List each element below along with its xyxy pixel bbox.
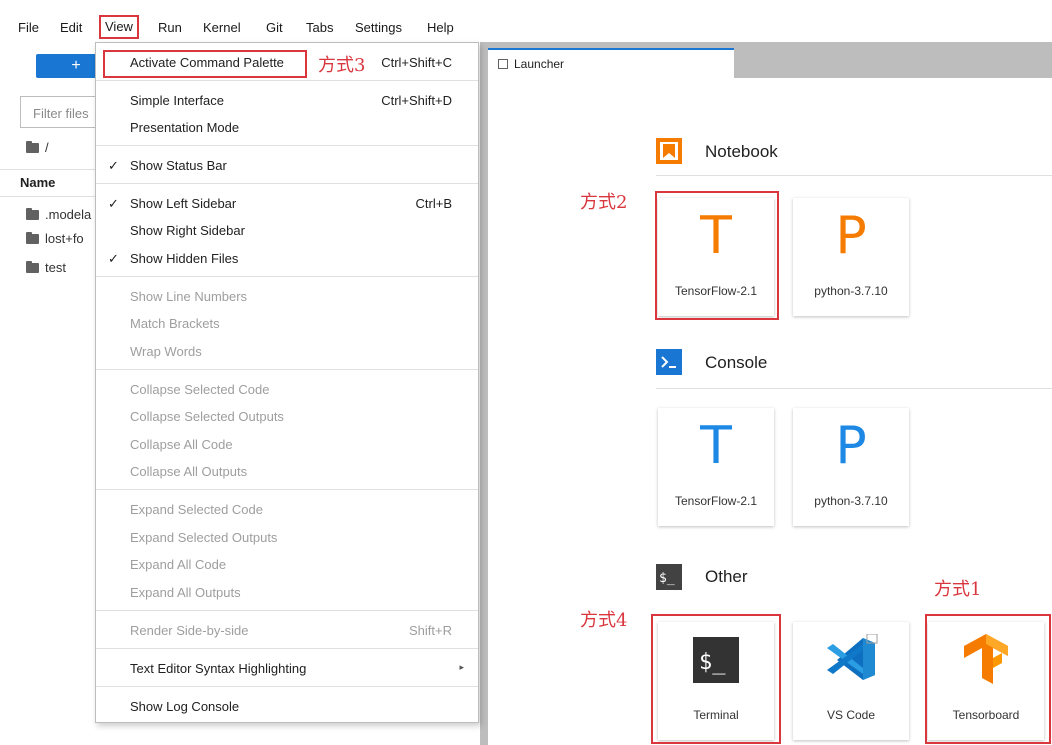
view-menu-dropdown: Activate Command Palette Ctrl+Shift+C Sim… [95, 42, 479, 723]
menu-help[interactable]: Help [423, 18, 458, 38]
menu-item-syntax-highlighting[interactable]: Text Editor Syntax Highlighting ▸ [96, 656, 478, 682]
vscode-icon [827, 634, 878, 680]
menu-item-collapse-selected-outputs[interactable]: Collapse Selected Outputs [96, 404, 478, 430]
kernel-glyph: P [835, 206, 867, 266]
menu-item-show-status-bar[interactable]: ✓ Show Status Bar [96, 153, 478, 179]
column-header-name[interactable]: Name [20, 175, 55, 190]
menu-item-expand-all-outputs[interactable]: Expand All Outputs [96, 580, 478, 606]
tab-bar: Launcher [488, 42, 1052, 78]
menu-item-match-brackets[interactable]: Match Brackets [96, 311, 478, 337]
card-label: VS Code [826, 708, 876, 722]
annotation-label: 方式1 [934, 579, 982, 600]
launcher-icon [498, 59, 508, 69]
card-console-python[interactable]: P python-3.7.10 [793, 408, 909, 526]
menu-item-collapse-selected-code[interactable]: Collapse Selected Code [96, 377, 478, 403]
panel-splitter[interactable] [480, 42, 488, 745]
menu-run[interactable]: Run [154, 18, 186, 38]
card-label: TensorFlow-2.1 [674, 494, 758, 508]
svg-text:$_: $_ [659, 571, 675, 586]
menu-separator [96, 183, 478, 184]
menu-separator [96, 145, 478, 146]
menu-bar: File Edit View Run Kernel Git Tabs Setti… [0, 0, 1052, 42]
menu-item-collapse-all-code[interactable]: Collapse All Code [96, 432, 478, 458]
menu-item-show-left-sidebar[interactable]: ✓ Show Left Sidebar Ctrl+B [96, 191, 478, 217]
menu-item-presentation-mode[interactable]: Presentation Mode [96, 115, 478, 141]
menu-item-collapse-all-outputs[interactable]: Collapse All Outputs [96, 459, 478, 485]
menu-edit[interactable]: Edit [56, 18, 86, 38]
menu-tabs[interactable]: Tabs [302, 18, 337, 38]
section-title-other: Other [705, 567, 748, 586]
menu-item-expand-all-code[interactable]: Expand All Code [96, 552, 478, 578]
menu-separator [96, 686, 478, 687]
annotation-label: 方式3 [316, 51, 368, 77]
folder-icon [26, 208, 39, 220]
breadcrumb[interactable]: / [26, 140, 49, 155]
menu-separator [96, 369, 478, 370]
highlight-box [103, 50, 307, 78]
other-icon: $_ [656, 564, 682, 590]
annotation-label: 方式4 [580, 610, 628, 631]
menu-item-show-line-numbers[interactable]: Show Line Numbers [96, 284, 478, 310]
highlight-box [655, 191, 779, 320]
menu-separator [96, 610, 478, 611]
divider [0, 169, 95, 170]
menu-item-show-right-sidebar[interactable]: Show Right Sidebar [96, 218, 478, 244]
highlight-box [925, 614, 1051, 744]
menu-item-expand-selected-outputs[interactable]: Expand Selected Outputs [96, 525, 478, 551]
highlight-box [651, 614, 781, 744]
check-icon: ✓ [108, 158, 119, 173]
section-title-notebook: Notebook [705, 142, 778, 161]
list-item[interactable]: lost+fo [26, 231, 84, 246]
kernel-glyph: T [700, 416, 732, 476]
folder-icon [26, 261, 39, 273]
menu-git[interactable]: Git [262, 18, 287, 38]
folder-icon [26, 232, 39, 244]
menu-item-show-log-console[interactable]: Show Log Console [96, 694, 478, 720]
chevron-right-icon: ▸ [459, 662, 464, 672]
section-title-console: Console [705, 353, 768, 372]
card-console-tensorflow[interactable]: T TensorFlow-2.1 [658, 408, 774, 526]
console-icon [656, 349, 682, 375]
divider [0, 196, 95, 197]
notebook-icon [656, 138, 682, 164]
menu-item-show-hidden-files[interactable]: ✓ Show Hidden Files [96, 246, 478, 272]
card-vscode[interactable]: VS Code [793, 622, 909, 740]
kernel-glyph: P [835, 416, 867, 476]
annotation-label: 方式2 [580, 192, 628, 213]
divider [656, 388, 1052, 389]
menu-view[interactable]: View [99, 15, 139, 39]
check-icon: ✓ [108, 251, 119, 266]
list-item[interactable]: test [26, 260, 66, 275]
menu-separator [96, 80, 478, 81]
check-icon: ✓ [108, 196, 119, 211]
menu-separator [96, 276, 478, 277]
card-label: python-3.7.10 [814, 284, 888, 298]
tab-launcher[interactable]: Launcher [488, 48, 734, 78]
file-browser: + Filter files / Name .modela lost+fo te… [0, 42, 120, 745]
list-item[interactable]: .modela [26, 207, 91, 222]
menu-kernel[interactable]: Kernel [199, 18, 245, 38]
menu-settings[interactable]: Settings [351, 18, 406, 38]
menu-item-simple-interface[interactable]: Simple Interface Ctrl+Shift+D [96, 88, 478, 114]
card-notebook-python[interactable]: P python-3.7.10 [793, 198, 909, 316]
folder-icon [26, 141, 39, 153]
menu-file[interactable]: File [14, 18, 43, 38]
launcher-panel: Notebook T TensorFlow-2.1 P python-3.7.1… [488, 78, 1052, 745]
menu-separator [96, 489, 478, 490]
menu-item-expand-selected-code[interactable]: Expand Selected Code [96, 497, 478, 523]
card-label: python-3.7.10 [814, 494, 888, 508]
divider [656, 175, 1052, 176]
menu-separator [96, 648, 478, 649]
menu-item-wrap-words[interactable]: Wrap Words [96, 339, 478, 365]
menu-item-render-side-by-side[interactable]: Render Side-by-side Shift+R [96, 618, 478, 644]
